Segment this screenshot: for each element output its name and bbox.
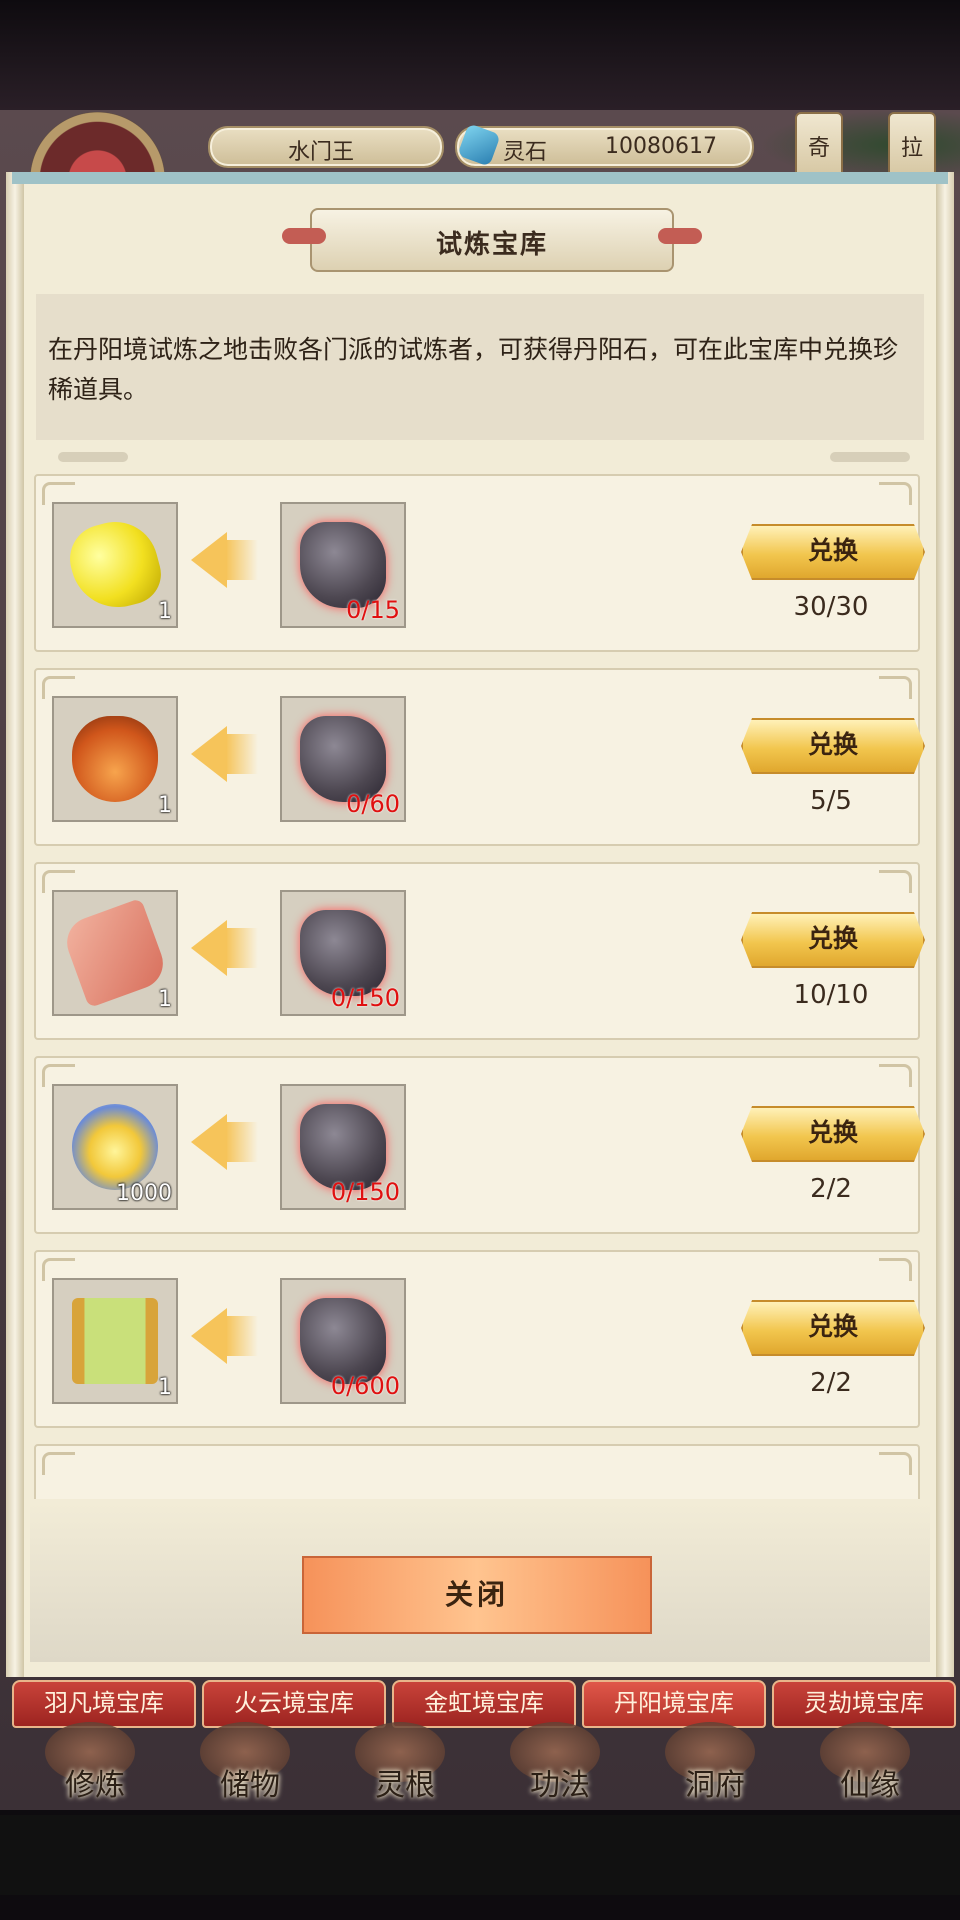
arrow-tail [226, 734, 258, 774]
nav-spirit-root[interactable]: 灵根 [340, 1760, 470, 1816]
exchange-row: 1 0/15 兑换 30/30 [34, 474, 925, 652]
currency-label: 灵石 [503, 140, 548, 165]
divider-right [830, 452, 910, 462]
nav-cave[interactable]: 洞府 [650, 1760, 780, 1816]
exchange-button[interactable]: 兑换 [741, 912, 925, 968]
exchange-row: 1 0/150 兑换 10/10 [34, 862, 925, 1040]
panel-title: 试炼宝库 [435, 230, 548, 260]
tab-jinhong-treasury[interactable]: 金虹境宝库 [392, 1680, 576, 1728]
scroll-rod-right [936, 172, 954, 1677]
arrow-left-icon [191, 532, 227, 588]
exchange-row-partial [34, 1444, 920, 1499]
divider-left [58, 452, 128, 462]
exchange-limit: 2/2 [810, 1174, 852, 1204]
tab-danyang-treasury[interactable]: 丹阳境宝库 [582, 1680, 766, 1728]
exchange-limit: 30/30 [793, 592, 869, 622]
arrow-tail [226, 1316, 258, 1356]
treasury-panel: 试炼宝库 在丹阳境试炼之地击败各门派的试炼者，可获得丹阳石，可在此宝库中兑换珍稀… [18, 172, 942, 1677]
reward-count: 1 [158, 793, 172, 818]
arrow-tail [226, 540, 258, 580]
player-name-bar: 水门王 [208, 126, 444, 168]
player-name: 水门王 [288, 140, 355, 165]
scroll-top-edge [12, 172, 948, 184]
top-background [0, 0, 960, 110]
arrow-tail [226, 1122, 258, 1162]
description-box: 在丹阳境试炼之地击败各门派的试炼者，可获得丹阳石，可在此宝库中兑换珍稀道具。 [36, 294, 924, 440]
reward-count: 1 [158, 987, 172, 1012]
currency-bar: 灵石 10080617 [455, 126, 754, 168]
cost-slot[interactable]: 0/15 [280, 502, 406, 628]
cost-slot[interactable]: 0/600 [280, 1278, 406, 1404]
cost-amount: 0/150 [330, 1178, 400, 1206]
arrow-left-icon [191, 920, 227, 976]
reward-slot[interactable]: 1 [52, 696, 178, 822]
tab-linjie-treasury[interactable]: 灵劫境宝库 [772, 1680, 956, 1728]
exchange-row: 1 0/60 兑换 5/5 [34, 668, 925, 846]
exchange-limit: 10/10 [793, 980, 869, 1010]
scroll-rod-left [6, 172, 24, 1677]
exchange-row: 1 0/600 兑换 2/2 [34, 1250, 925, 1428]
green-scroll-icon [72, 1298, 158, 1384]
reward-slot[interactable]: 1000 [52, 1084, 178, 1210]
reward-slot[interactable]: 1 [52, 890, 178, 1016]
reward-count: 1000 [116, 1181, 172, 1206]
exchange-row: 1000 0/150 兑换 2/2 [34, 1056, 925, 1234]
arrow-left-icon [191, 1308, 227, 1364]
arrow-left-icon [191, 1114, 227, 1170]
cost-slot[interactable]: 0/150 [280, 890, 406, 1016]
description-text: 在丹阳境试炼之地击败各门派的试炼者，可获得丹阳石，可在此宝库中兑换珍稀道具。 [48, 335, 899, 404]
reward-slot[interactable]: 1 [52, 502, 178, 628]
exchange-list[interactable]: 1 0/15 兑换 30/30 1 0/60 兑换 5/5 1 0/150 兑换… [34, 474, 926, 1499]
tab-huoyun-treasury[interactable]: 火云境宝库 [202, 1680, 386, 1728]
exchange-button[interactable]: 兑换 [741, 524, 925, 580]
gold-stone-icon [62, 512, 168, 618]
bottom-safe-area [0, 1815, 960, 1895]
cost-amount: 0/60 [346, 790, 400, 818]
spirit-flame-icon [72, 1104, 158, 1190]
gourd-icon [72, 716, 158, 802]
arrow-left-icon [191, 726, 227, 782]
exchange-limit: 2/2 [810, 1368, 852, 1398]
cost-slot[interactable]: 0/60 [280, 696, 406, 822]
currency-value: 10080617 [605, 134, 717, 159]
red-scroll-icon [59, 897, 171, 1009]
exchange-limit: 5/5 [810, 786, 852, 816]
cost-amount: 0/150 [330, 984, 400, 1012]
cost-amount: 0/600 [330, 1372, 400, 1400]
close-button[interactable]: 关闭 [302, 1556, 652, 1634]
exchange-button[interactable]: 兑换 [741, 718, 925, 774]
nav-technique[interactable]: 功法 [495, 1760, 625, 1816]
cost-slot[interactable]: 0/150 [280, 1084, 406, 1210]
nav-cultivate[interactable]: 修炼 [30, 1760, 160, 1816]
exchange-button[interactable]: 兑换 [741, 1106, 925, 1162]
arrow-tail [226, 928, 258, 968]
reward-count: 1 [158, 1375, 172, 1400]
exchange-button[interactable]: 兑换 [741, 1300, 925, 1356]
reward-slot[interactable]: 1 [52, 1278, 178, 1404]
tab-yufan-treasury[interactable]: 羽凡境宝库 [12, 1680, 196, 1728]
title-ribbon: 试炼宝库 [282, 208, 702, 272]
nav-storage[interactable]: 储物 [185, 1760, 315, 1816]
nav-immortal-fate[interactable]: 仙缘 [805, 1760, 935, 1816]
cost-amount: 0/15 [346, 596, 400, 624]
reward-count: 1 [158, 599, 172, 624]
